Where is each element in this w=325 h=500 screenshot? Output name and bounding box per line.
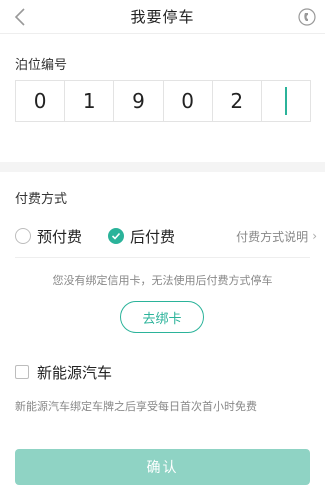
section-divider: [0, 162, 325, 172]
radio-unchecked-icon: [15, 228, 31, 244]
berth-number-label: 泊位编号: [15, 58, 68, 73]
new-energy-label: 新能源汽车: [37, 363, 113, 382]
no-credit-card-notice: 您没有绑定信用卡，无法使用后付费方式停车: [52, 274, 273, 287]
divider: [15, 257, 310, 258]
bind-card-button[interactable]: 去绑卡: [120, 301, 204, 333]
prepay-label: 预付费: [37, 227, 83, 246]
payment-explain-link[interactable]: 付费方式说明 ›: [236, 228, 317, 245]
confirm-button[interactable]: 确认: [15, 449, 310, 485]
chevron-right-icon: ›: [312, 229, 317, 243]
page-title: 我要停车: [130, 8, 195, 26]
phone-icon[interactable]: [297, 7, 317, 27]
new-energy-checkbox-row[interactable]: 新能源汽车: [15, 361, 112, 383]
berth-digit-1[interactable]: 0: [16, 81, 66, 121]
postpay-radio[interactable]: 后付费: [108, 226, 175, 247]
payment-explain-label: 付费方式说明: [236, 229, 309, 244]
berth-digit-6[interactable]: [262, 81, 310, 121]
berth-digit-3[interactable]: 9: [114, 81, 164, 121]
header-bar: 我要停车: [0, 0, 325, 34]
berth-digit-5[interactable]: 2: [213, 81, 262, 121]
text-caret: [284, 87, 287, 115]
berth-number-input[interactable]: 0 1 9 0 2: [15, 80, 311, 122]
postpay-label: 后付费: [130, 227, 176, 246]
berth-digit-4[interactable]: 0: [164, 81, 213, 121]
radio-checked-icon: [108, 228, 125, 244]
payment-options-row: 预付费 后付费 付费方式说明 ›: [15, 224, 317, 248]
checkbox-unchecked-icon[interactable]: [15, 365, 29, 379]
chevron-left-icon[interactable]: [8, 5, 32, 29]
prepay-radio[interactable]: 预付费: [15, 226, 82, 247]
new-energy-note: 新能源汽车绑定车牌之后享受每日首次首小时免费: [15, 400, 257, 413]
payment-method-label: 付费方式: [15, 192, 68, 207]
berth-digit-2[interactable]: 1: [65, 81, 115, 121]
